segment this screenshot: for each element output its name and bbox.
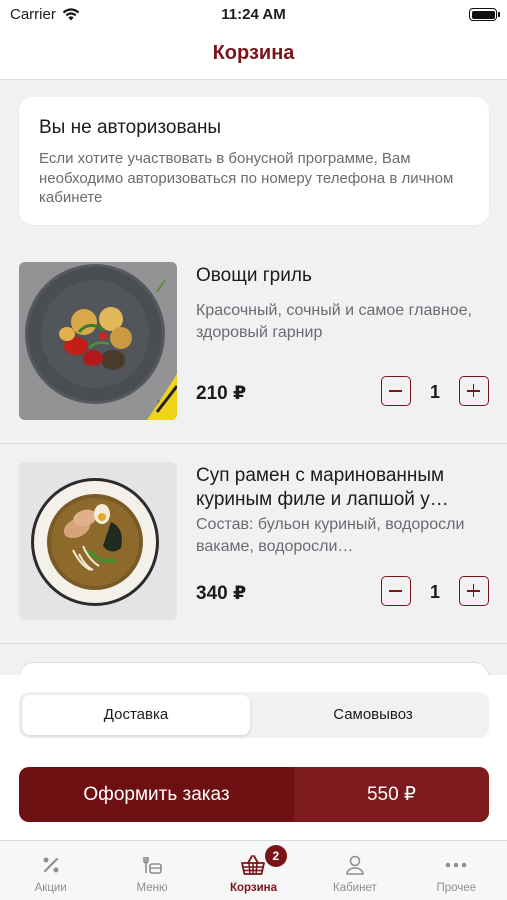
- tab-label: Кабинет: [333, 882, 377, 894]
- tab-label: Прочее: [436, 882, 477, 894]
- cart-item[interactable]: Овощи гриль Красочный, сочный и самое гл…: [0, 244, 507, 444]
- status-time: 11:24 AM: [221, 6, 286, 23]
- delivery-type-selector: Доставка Самовывоз: [19, 692, 489, 738]
- item-quantity: 1: [429, 382, 440, 402]
- decrease-quantity-button[interactable]: [381, 376, 411, 406]
- tab-cart[interactable]: 2 Корзина: [203, 841, 304, 900]
- order-total: 550 ₽: [294, 767, 489, 822]
- tab-bar: Акции Меню 2 Корзина Кабинет Прочее: [0, 840, 507, 900]
- tab-menu[interactable]: Меню: [101, 841, 202, 900]
- tab-label: Меню: [136, 882, 168, 894]
- tab-more[interactable]: Прочее: [406, 841, 507, 900]
- pickup-option[interactable]: Самовывоз: [259, 695, 487, 735]
- more-icon: [445, 862, 467, 868]
- delivery-option[interactable]: Доставка: [22, 695, 250, 735]
- increase-quantity-button[interactable]: [459, 376, 489, 406]
- basket-icon: [241, 855, 266, 875]
- checkout-panel: Доставка Самовывоз Оформить заказ 550 ₽: [0, 675, 507, 840]
- item-description: Состав: бульон куриный, водоросли вакаме…: [196, 516, 465, 555]
- item-name: Овощи гриль: [196, 265, 312, 286]
- item-price: 210 ₽: [196, 383, 247, 404]
- dish-image-grilled-vegetables: [19, 262, 177, 420]
- page-title: Корзина: [212, 42, 295, 64]
- percent-icon: [43, 857, 59, 873]
- auth-notice-title: Вы не авторизованы: [39, 117, 222, 138]
- cart-badge: 2: [264, 845, 287, 867]
- auth-notice-card[interactable]: Вы не авторизованы Если хотите участвова…: [19, 97, 489, 225]
- decrease-quantity-button[interactable]: [381, 576, 411, 606]
- increase-quantity-button[interactable]: [459, 576, 489, 606]
- item-quantity: 1: [429, 582, 440, 602]
- item-name: Суп рамен с маринованным куриным филе и …: [196, 465, 449, 510]
- menu-icon: [143, 857, 162, 874]
- tab-label: Корзина: [229, 882, 278, 894]
- checkout-label: Оформить заказ: [83, 784, 230, 805]
- dish-image-ramen-soup: [19, 462, 177, 620]
- auth-notice-text: Если хотите участвовать в бонусной прогр…: [39, 150, 454, 206]
- item-price: 340 ₽: [196, 583, 247, 604]
- nav-bar: Корзина: [0, 30, 507, 80]
- tab-promotions[interactable]: Акции: [0, 841, 101, 900]
- tab-label: Акции: [34, 882, 67, 894]
- checkout-button[interactable]: Оформить заказ 550 ₽: [19, 767, 489, 822]
- status-bar: Carrier 11:24 AM: [0, 0, 507, 30]
- cart-item[interactable]: Суп рамен с маринованным куриным филе и …: [0, 444, 507, 644]
- tab-account[interactable]: Кабинет: [304, 841, 405, 900]
- battery-icon: [469, 8, 500, 21]
- profile-icon: [346, 855, 364, 875]
- item-description: Красочный, сочный и самое главное, здоро…: [196, 302, 472, 341]
